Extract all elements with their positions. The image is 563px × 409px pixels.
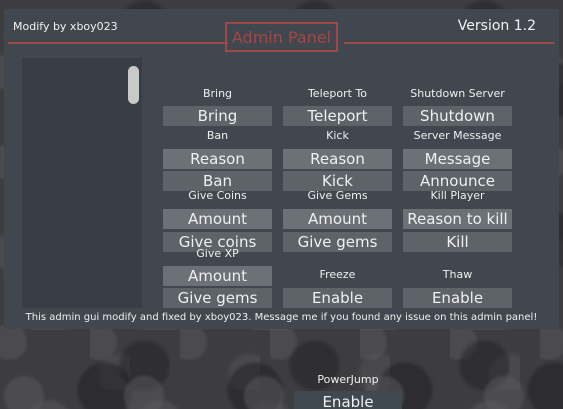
xp-amount-input[interactable]: Amount [163,266,272,286]
message-input[interactable]: Message [403,149,512,169]
player-list[interactable] [22,58,142,308]
kill-button[interactable]: Kill [403,232,512,252]
freeze-button[interactable]: Enable [283,288,392,308]
scrollbar-thumb[interactable] [128,66,139,104]
gems-amount-input[interactable]: Amount [283,209,392,229]
give-coins-label: Give Coins [188,189,247,202]
reason-to-kill-input[interactable]: Reason to kill [403,209,512,229]
power-jump-button[interactable]: Enable [294,391,402,409]
modify-by-text: Modify by xboy023 [13,20,118,33]
kill-player-label: Kill Player [430,189,485,202]
teleport-to-label: Teleport To [307,87,368,100]
ban-reason-input[interactable]: Reason [163,149,272,169]
footer-note: This admin gui modify and fixed by xboy0… [25,312,538,323]
bring-label: Bring [202,87,233,100]
power-jump-label: PowerJump [317,373,379,386]
freeze-label: Freeze [319,268,356,281]
thaw-button[interactable]: Enable [403,288,512,308]
panel-title: Admin Panel [225,22,338,52]
shutdown-server-label: Shutdown Server [410,87,505,100]
shutdown-button[interactable]: Shutdown [403,106,512,126]
title-divider-left [8,42,228,44]
thaw-label: Thaw [442,268,473,281]
title-divider-right [344,42,554,44]
kick-label: Kick [326,129,349,142]
bring-button[interactable]: Bring [163,106,272,126]
coins-amount-input[interactable]: Amount [163,209,272,229]
give-xp-button[interactable]: Give gems [163,288,272,308]
give-xp-label: Give XP [196,247,239,260]
ban-button[interactable]: Ban [163,171,272,191]
announce-button[interactable]: Announce [403,171,512,191]
ban-label: Ban [206,129,229,142]
give-gems-label: Give Gems [307,189,368,202]
kick-button[interactable]: Kick [283,171,392,191]
version-text: Version 1.2 [457,18,536,34]
admin-panel: Modify by xboy023 Version 1.2 Admin Pane… [4,9,559,329]
teleport-button[interactable]: Teleport [283,106,392,126]
server-message-label: Server Message [413,129,502,142]
kick-reason-input[interactable]: Reason [283,149,392,169]
give-gems-button[interactable]: Give gems [283,232,392,252]
